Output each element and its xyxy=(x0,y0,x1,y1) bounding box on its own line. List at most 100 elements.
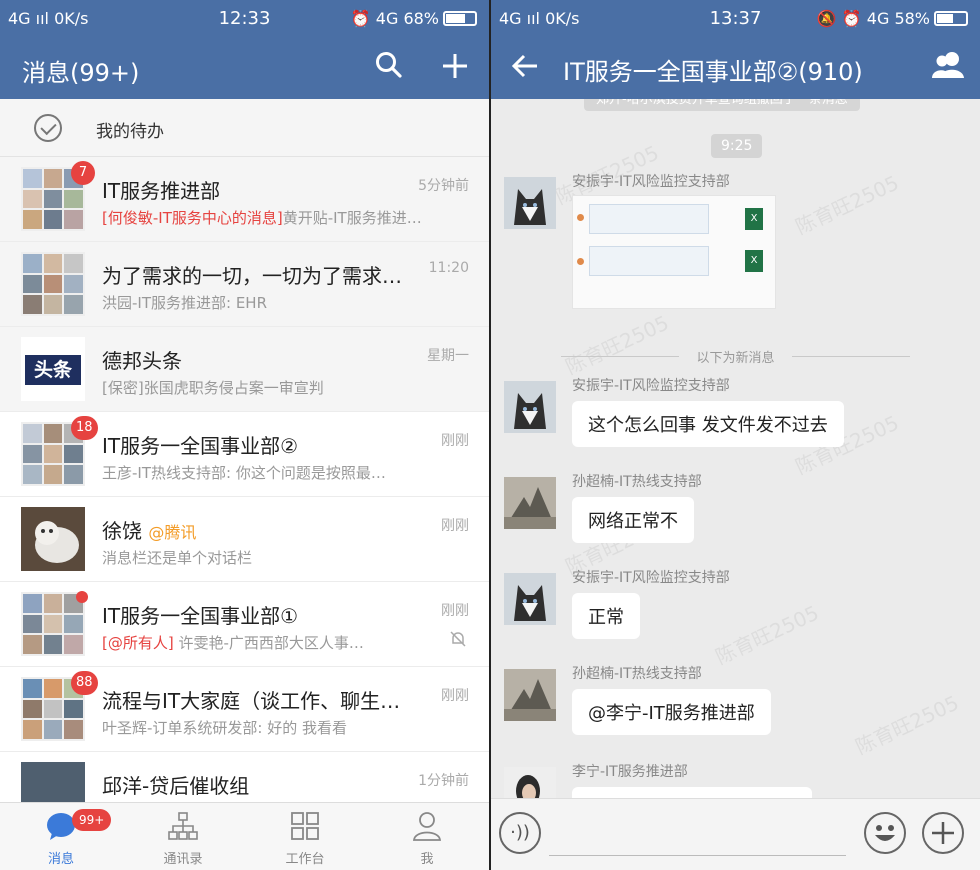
message-list[interactable]: 陈育旺2505 陈育旺2505 陈育旺2505 陈育旺2505 陈育旺2505 … xyxy=(491,99,980,798)
sender-name: 孙超楠-IT热线支持部 xyxy=(572,666,702,682)
conversation-list-screen: 4G ııl 0K/s 12:33 ⏰ 4G 68% 消息(99+) 我的待办 … xyxy=(0,0,489,870)
sender-avatar[interactable] xyxy=(504,177,556,229)
chat-title: IT服务一全国事业部②(910) xyxy=(563,58,863,86)
sender-avatar[interactable] xyxy=(504,477,556,529)
conversation-time: 刚刚 xyxy=(441,603,469,619)
conversation-name: 流程与IT大家庭（谈工作、聊生… xyxy=(102,689,401,713)
org-tag: @腾讯 xyxy=(148,523,197,542)
conversation-item[interactable]: 18 IT服务一全国事业部② 王彦-IT热线支持部: 你这个问题是按照最… 刚刚 xyxy=(0,412,489,497)
network-type: 4G xyxy=(375,9,399,28)
conversation-item[interactable]: 88 流程与IT大家庭（谈工作、聊生… 叶圣辉-订单系统研发部: 好的 我看看 … xyxy=(0,667,489,752)
conversation-time: 刚刚 xyxy=(441,433,469,449)
conversation-time: 5分钟前 xyxy=(418,178,469,194)
message-bubble[interactable]: 这个怎么回事 发文件发不过去 xyxy=(572,401,844,447)
sender-avatar[interactable] xyxy=(504,573,556,625)
conversation-preview: 洪园-IT服务推进部: EHR xyxy=(102,294,268,312)
tab-contacts[interactable]: 通讯录 xyxy=(122,803,244,870)
unread-badge: 7 xyxy=(71,161,95,185)
group-avatar xyxy=(21,252,85,316)
conversation-item[interactable]: 7 IT服务推进部 [何俊敏-IT服务中心的消息]黄开贴-IT服务推进… 5分钟… xyxy=(0,157,489,242)
check-circle-icon xyxy=(34,114,62,142)
watermark: 陈育旺2505 xyxy=(851,690,963,760)
battery-icon xyxy=(934,11,968,26)
watermark: 陈育旺2505 xyxy=(791,170,903,240)
message-bubble[interactable]: 网络正常不 xyxy=(572,497,694,543)
excel-icon: X xyxy=(745,208,763,230)
conversation-name: 为了需求的一切，一切为了需求… xyxy=(102,264,402,288)
conversation-preview: 王彦-IT热线支持部: 你这个问题是按照最… xyxy=(102,464,386,482)
network-type: 4G xyxy=(866,9,890,28)
conversation-time: 刚刚 xyxy=(441,688,469,704)
page-title: 消息(99+) xyxy=(22,59,140,87)
todo-label: 我的待办 xyxy=(96,122,164,142)
toutiao-logo: 头条 xyxy=(21,337,85,401)
conversation-preview: 叶圣辉-订单系统研发部: 好的 我看看 xyxy=(102,719,348,737)
add-icon[interactable] xyxy=(435,49,475,89)
tab-messages[interactable]: 99+ 消息 xyxy=(0,803,122,870)
watermark: 陈育旺2505 xyxy=(561,310,673,380)
person-icon xyxy=(413,812,441,841)
header: 消息(99+) xyxy=(0,37,489,99)
sender-avatar[interactable] xyxy=(504,767,556,798)
sender-name: 安振宇-IT风险监控支持部 xyxy=(572,570,730,586)
battery-percent: 68% xyxy=(403,9,439,28)
search-icon[interactable] xyxy=(369,49,409,89)
message-input[interactable] xyxy=(549,855,846,856)
conversation-name: IT服务推进部 xyxy=(102,179,221,203)
conversation-name: 邱洋-贷后催收组 xyxy=(102,774,250,798)
conversation-name: 徐饶 @腾讯 xyxy=(102,519,197,543)
tab-workbench[interactable]: 工作台 xyxy=(244,803,366,870)
message-bubble[interactable]: 正常 xyxy=(572,593,640,639)
battery-icon xyxy=(443,11,477,26)
conversation-name: 德邦头条 xyxy=(102,349,182,373)
battery-percent: 58% xyxy=(894,9,930,28)
sender-name: 安振宇-IT风险监控支持部 xyxy=(572,174,730,190)
input-bar: ·)) xyxy=(491,798,980,870)
conversation-item[interactable]: 头条 德邦头条 [保密]张国虎职务侵占案一审宣判 星期一 xyxy=(0,327,489,412)
org-chart-icon xyxy=(168,812,198,840)
contact-avatar xyxy=(21,507,85,571)
message-bubble[interactable]: @李宁-IT服务推进部 xyxy=(572,689,771,735)
group-avatar xyxy=(21,592,85,656)
conversation-name: IT服务一全国事业部① xyxy=(102,604,299,628)
conversation-time: 1分钟前 xyxy=(418,773,469,789)
tab-me[interactable]: 我 xyxy=(366,803,488,870)
excel-icon: X xyxy=(745,250,763,272)
mute-bell-icon xyxy=(449,630,467,652)
conversation-preview: [@所有人] 许雯艳-广西西部大区人事… xyxy=(102,634,364,652)
conversation-time: 刚刚 xyxy=(441,518,469,534)
bottom-tab-bar: 99+ 消息 通讯录 工作台 我 xyxy=(0,802,489,870)
sender-avatar[interactable] xyxy=(504,669,556,721)
sender-avatar[interactable] xyxy=(504,381,556,433)
conversation-preview: 消息栏还是单个对话栏 xyxy=(102,549,253,567)
message-bubble[interactable] xyxy=(572,787,812,798)
status-bar: 4G ııl 0K/s 13:37 🔕 ⏰ 4G 58% xyxy=(491,0,980,37)
conversation-item[interactable]: 为了需求的一切，一切为了需求… 洪园-IT服务推进部: EHR 11:20 xyxy=(0,242,489,327)
time-divider: 9:25 xyxy=(711,134,763,158)
grid-icon xyxy=(291,812,319,840)
group-chat-screen: 4G ııl 0K/s 13:37 🔕 ⏰ 4G 58% IT服务一全国事业部②… xyxy=(491,0,980,870)
back-arrow-icon[interactable] xyxy=(505,49,545,89)
conversation-item[interactable]: IT服务一全国事业部① [@所有人] 许雯艳-广西西部大区人事… 刚刚 xyxy=(0,582,489,667)
system-notice: 郑升-哈尔滨投资开单查询组撤回了一条消息 xyxy=(584,99,860,111)
image-attachment[interactable]: X X xyxy=(572,195,776,309)
watermark: 陈育旺2505 xyxy=(711,600,823,670)
conversation-time: 11:20 xyxy=(428,260,469,276)
conversation-name: IT服务一全国事业部② xyxy=(102,434,299,458)
voice-icon[interactable]: ·)) xyxy=(499,812,541,854)
group-members-icon[interactable] xyxy=(928,49,968,89)
conversation-preview: [保密]张国虎职务侵占案一审宣判 xyxy=(102,379,324,397)
sender-name: 孙超楠-IT热线支持部 xyxy=(572,474,702,490)
conversation-item[interactable]: 徐饶 @腾讯 消息栏还是单个对话栏 刚刚 xyxy=(0,497,489,582)
plus-icon[interactable] xyxy=(922,812,964,854)
divider xyxy=(489,0,491,870)
header: IT服务一全国事业部②(910) xyxy=(491,37,980,99)
sender-name: 李宁-IT服务推进部 xyxy=(572,764,688,780)
todo-row[interactable]: 我的待办 xyxy=(0,99,489,157)
emoji-icon[interactable] xyxy=(864,812,906,854)
unread-badge: 18 xyxy=(71,416,98,440)
chat-bubble-icon xyxy=(47,813,75,840)
unread-badge: 88 xyxy=(71,671,98,695)
conversation-preview: [何俊敏-IT服务中心的消息]黄开贴-IT服务推进… xyxy=(102,209,422,227)
tab-badge: 99+ xyxy=(72,809,112,831)
